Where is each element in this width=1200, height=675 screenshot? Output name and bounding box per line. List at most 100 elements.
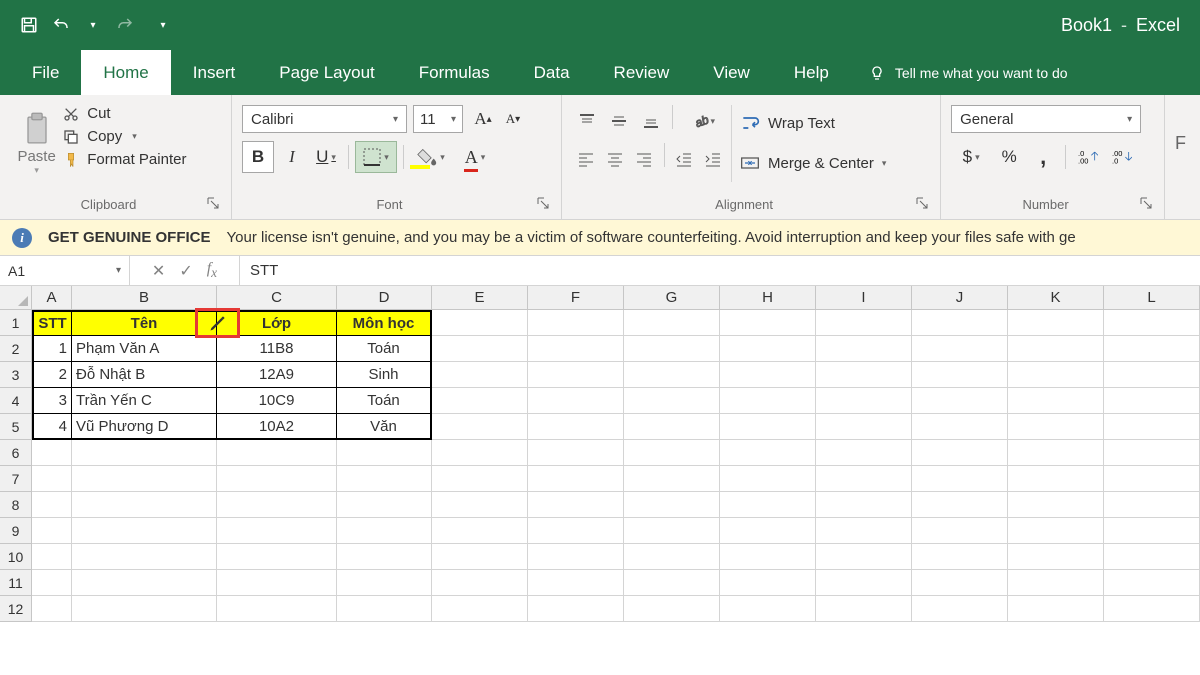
cell-C4[interactable]: 10C9 — [217, 388, 337, 414]
cell-I12[interactable] — [816, 596, 912, 622]
cell-B9[interactable] — [72, 518, 217, 544]
cell-J5[interactable] — [912, 414, 1008, 440]
row-header-11[interactable]: 11 — [0, 570, 32, 596]
tab-review[interactable]: Review — [592, 50, 692, 95]
tab-page-layout[interactable]: Page Layout — [257, 50, 396, 95]
enter-formula-icon[interactable]: ✓ — [179, 261, 192, 281]
cell-C6[interactable] — [217, 440, 337, 466]
cell-A8[interactable] — [32, 492, 72, 518]
column-header-J[interactable]: J — [912, 286, 1008, 310]
cell-E12[interactable] — [432, 596, 528, 622]
cell-G2[interactable] — [624, 336, 720, 362]
italic-button[interactable]: I — [276, 141, 308, 173]
column-header-H[interactable]: H — [720, 286, 816, 310]
cell-F9[interactable] — [528, 518, 624, 544]
cell-B8[interactable] — [72, 492, 217, 518]
cell-D7[interactable] — [337, 466, 432, 492]
cell-B10[interactable] — [72, 544, 217, 570]
cell-H4[interactable] — [720, 388, 816, 414]
cell-C12[interactable] — [217, 596, 337, 622]
cell-C1[interactable]: Lớp — [217, 310, 337, 336]
cell-A10[interactable] — [32, 544, 72, 570]
align-left-button[interactable] — [572, 143, 599, 175]
select-all-button[interactable] — [0, 286, 32, 310]
cell-H8[interactable] — [720, 492, 816, 518]
cell-J6[interactable] — [912, 440, 1008, 466]
row-header-3[interactable]: 3 — [0, 362, 32, 388]
cancel-formula-icon[interactable]: ✕ — [152, 261, 165, 281]
cell-I9[interactable] — [816, 518, 912, 544]
cell-J8[interactable] — [912, 492, 1008, 518]
cut-button[interactable]: Cut — [63, 105, 221, 122]
cell-G10[interactable] — [624, 544, 720, 570]
align-bottom-button[interactable] — [636, 105, 666, 137]
cell-D9[interactable] — [337, 518, 432, 544]
column-header-A[interactable]: A — [32, 286, 72, 310]
cell-A6[interactable] — [32, 440, 72, 466]
cell-L4[interactable] — [1104, 388, 1200, 414]
formula-input[interactable]: STT — [240, 256, 1200, 285]
cell-J4[interactable] — [912, 388, 1008, 414]
cell-L1[interactable] — [1104, 310, 1200, 336]
tab-insert[interactable]: Insert — [171, 50, 258, 95]
cell-L2[interactable] — [1104, 336, 1200, 362]
cell-L10[interactable] — [1104, 544, 1200, 570]
cell-F7[interactable] — [528, 466, 624, 492]
cell-H9[interactable] — [720, 518, 816, 544]
cell-I11[interactable] — [816, 570, 912, 596]
cell-I8[interactable] — [816, 492, 912, 518]
cell-I2[interactable] — [816, 336, 912, 362]
align-top-button[interactable] — [572, 105, 602, 137]
cell-D5[interactable]: Văn — [337, 414, 432, 440]
cell-A1[interactable]: STT — [32, 310, 72, 336]
cell-K2[interactable] — [1008, 336, 1104, 362]
cell-C2[interactable]: 11B8 — [217, 336, 337, 362]
cell-H3[interactable] — [720, 362, 816, 388]
undo-dropdown-icon[interactable]: ▾ — [84, 16, 102, 34]
column-header-I[interactable]: I — [816, 286, 912, 310]
cell-J7[interactable] — [912, 466, 1008, 492]
cell-K11[interactable] — [1008, 570, 1104, 596]
column-header-L[interactable]: L — [1104, 286, 1200, 310]
shrink-font-button[interactable]: A▾ — [499, 105, 527, 133]
cell-G8[interactable] — [624, 492, 720, 518]
cell-L9[interactable] — [1104, 518, 1200, 544]
cell-F4[interactable] — [528, 388, 624, 414]
cell-G12[interactable] — [624, 596, 720, 622]
cell-H6[interactable] — [720, 440, 816, 466]
cell-B5[interactable]: Vũ Phương D — [72, 414, 217, 440]
font-dialog-launcher-icon[interactable] — [537, 197, 551, 211]
align-right-button[interactable] — [630, 143, 657, 175]
cell-L12[interactable] — [1104, 596, 1200, 622]
bold-button[interactable]: B — [242, 141, 274, 173]
cell-G3[interactable] — [624, 362, 720, 388]
cell-B2[interactable]: Phạm Văn A — [72, 336, 217, 362]
row-header-10[interactable]: 10 — [0, 544, 32, 570]
tab-view[interactable]: View — [691, 50, 772, 95]
cell-E5[interactable] — [432, 414, 528, 440]
cell-A2[interactable]: 1 — [32, 336, 72, 362]
percent-format-button[interactable]: % — [993, 141, 1025, 173]
cell-F3[interactable] — [528, 362, 624, 388]
cell-A12[interactable] — [32, 596, 72, 622]
cell-G4[interactable] — [624, 388, 720, 414]
cell-B7[interactable] — [72, 466, 217, 492]
row-header-7[interactable]: 7 — [0, 466, 32, 492]
cell-K4[interactable] — [1008, 388, 1104, 414]
alignment-dialog-launcher-icon[interactable] — [916, 197, 930, 211]
cell-D11[interactable] — [337, 570, 432, 596]
cell-F11[interactable] — [528, 570, 624, 596]
cell-E11[interactable] — [432, 570, 528, 596]
cell-L11[interactable] — [1104, 570, 1200, 596]
cell-C3[interactable]: 12A9 — [217, 362, 337, 388]
cell-D2[interactable]: Toán — [337, 336, 432, 362]
column-header-D[interactable]: D — [337, 286, 432, 310]
font-name-dropdown[interactable]: Calibri▾ — [242, 105, 407, 133]
cell-I1[interactable] — [816, 310, 912, 336]
cell-H5[interactable] — [720, 414, 816, 440]
cell-E8[interactable] — [432, 492, 528, 518]
row-header-12[interactable]: 12 — [0, 596, 32, 622]
cell-H10[interactable] — [720, 544, 816, 570]
cell-L3[interactable] — [1104, 362, 1200, 388]
cell-E7[interactable] — [432, 466, 528, 492]
